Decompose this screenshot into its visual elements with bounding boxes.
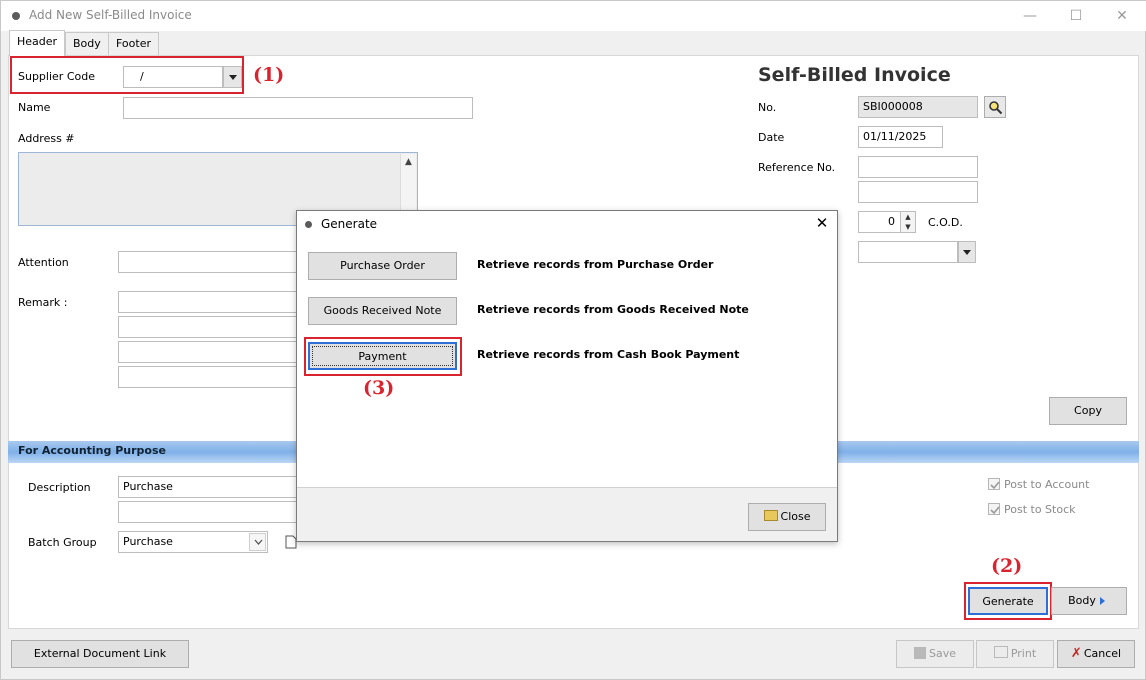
remark-input-2[interactable]: [118, 316, 318, 338]
annotation-label-2: (2): [991, 555, 1023, 577]
chevron-down-icon: [963, 250, 971, 255]
annotation-label-3: (3): [363, 377, 395, 399]
print-label: Print: [1010, 647, 1037, 660]
title-bar: Add New Self-Billed Invoice — ☐ ✕: [1, 1, 1146, 31]
goods-received-note-button[interactable]: Goods Received Note: [308, 297, 457, 325]
purchase-order-button[interactable]: Purchase Order: [308, 252, 457, 280]
attention-label: Attention: [18, 256, 69, 269]
chevron-down-icon: [254, 539, 263, 545]
search-icon: [989, 101, 1003, 115]
no-label: No.: [758, 101, 777, 114]
generate-button[interactable]: Generate: [968, 587, 1048, 615]
date-input[interactable]: 01/11/2025: [858, 126, 943, 148]
batch-group-label: Batch Group: [28, 536, 97, 549]
supplier-code-dropdown-button[interactable]: [223, 66, 242, 88]
checkmark-icon: [990, 481, 1000, 490]
tab-footer[interactable]: Footer: [108, 32, 159, 56]
description-input-2[interactable]: [118, 501, 318, 523]
extra-dropdown-input[interactable]: [858, 241, 958, 263]
post-to-account-label: Post to Account: [1004, 478, 1090, 491]
address-label: Address #: [18, 132, 75, 145]
cancel-button[interactable]: ✗ Cancel: [1057, 640, 1135, 668]
goods-received-note-description: Retrieve records from Goods Received Not…: [477, 303, 749, 316]
print-button[interactable]: Print: [976, 640, 1054, 668]
body-button[interactable]: Body: [1051, 587, 1127, 615]
close-window-button[interactable]: ✕: [1099, 5, 1145, 27]
generate-dialog: Generate ✕ Purchase Order Retrieve recor…: [296, 210, 838, 542]
remark-input-4[interactable]: [118, 366, 318, 388]
batch-group-dropdown-button[interactable]: [249, 533, 266, 551]
cancel-label: Cancel: [1083, 647, 1122, 660]
batch-group-select[interactable]: Purchase: [118, 531, 268, 553]
dialog-close-x-button[interactable]: ✕: [809, 214, 835, 234]
post-to-account-checkbox[interactable]: [988, 478, 1000, 490]
body-button-label: Body: [1068, 594, 1096, 607]
document-title: Self-Billed Invoice: [758, 64, 951, 86]
main-window: Add New Self-Billed Invoice — ☐ ✕ Header…: [0, 0, 1146, 680]
app-icon: [12, 12, 20, 20]
minimize-button[interactable]: —: [1007, 5, 1053, 27]
print-icon: [993, 646, 1008, 658]
remark-label: Remark :: [18, 296, 68, 309]
reference-label: Reference No.: [758, 161, 836, 174]
maximize-button[interactable]: ☐: [1053, 5, 1099, 27]
payment-description: Retrieve records from Cash Book Payment: [477, 348, 740, 361]
dialog-title: Generate: [321, 217, 378, 231]
save-label: Save: [928, 647, 956, 660]
payment-button[interactable]: Payment: [308, 342, 457, 370]
supplier-code-input[interactable]: /: [123, 66, 223, 88]
purchase-order-description: Retrieve records from Purchase Order: [477, 258, 714, 271]
post-to-stock-label: Post to Stock: [1004, 503, 1076, 516]
window-title: Add New Self-Billed Invoice: [29, 8, 192, 22]
tab-header[interactable]: Header: [9, 30, 66, 56]
remark-input-3[interactable]: [118, 341, 318, 363]
dialog-close-button[interactable]: Close: [748, 503, 826, 531]
terms-spinner[interactable]: ▲ ▼: [900, 212, 915, 232]
name-label: Name: [18, 101, 51, 114]
checkmark-icon: [990, 506, 1000, 515]
dialog-footer: Close: [297, 487, 837, 541]
annotation-label-1: (1): [253, 64, 285, 86]
post-to-stock-checkbox[interactable]: [988, 503, 1000, 515]
remark-input-1[interactable]: [118, 291, 318, 313]
search-number-button[interactable]: [984, 96, 1006, 118]
folder-icon: [763, 510, 778, 521]
save-icon: [913, 647, 926, 659]
name-input[interactable]: [123, 97, 473, 119]
description-label: Description: [28, 481, 91, 494]
invoice-number-input[interactable]: SBI000008: [858, 96, 978, 118]
arrow-right-icon: [1100, 597, 1105, 605]
dialog-close-label: Close: [780, 510, 811, 523]
terms-suffix: C.O.D.: [928, 216, 963, 229]
reference-input-1[interactable]: [858, 156, 978, 178]
cancel-x-icon: ✗: [1070, 646, 1082, 661]
save-button[interactable]: Save: [896, 640, 974, 668]
attention-input[interactable]: [118, 251, 318, 273]
description-input[interactable]: Purchase: [118, 476, 318, 498]
tab-body[interactable]: Body: [65, 32, 109, 56]
copy-button[interactable]: Copy: [1049, 397, 1127, 425]
dialog-icon: [305, 221, 312, 228]
date-label: Date: [758, 131, 785, 144]
external-document-link-button[interactable]: External Document Link: [11, 640, 189, 668]
reference-input-2[interactable]: [858, 181, 978, 203]
chevron-down-icon: [229, 75, 237, 80]
extra-dropdown-button[interactable]: [958, 241, 976, 263]
supplier-code-label: Supplier Code: [18, 70, 95, 83]
